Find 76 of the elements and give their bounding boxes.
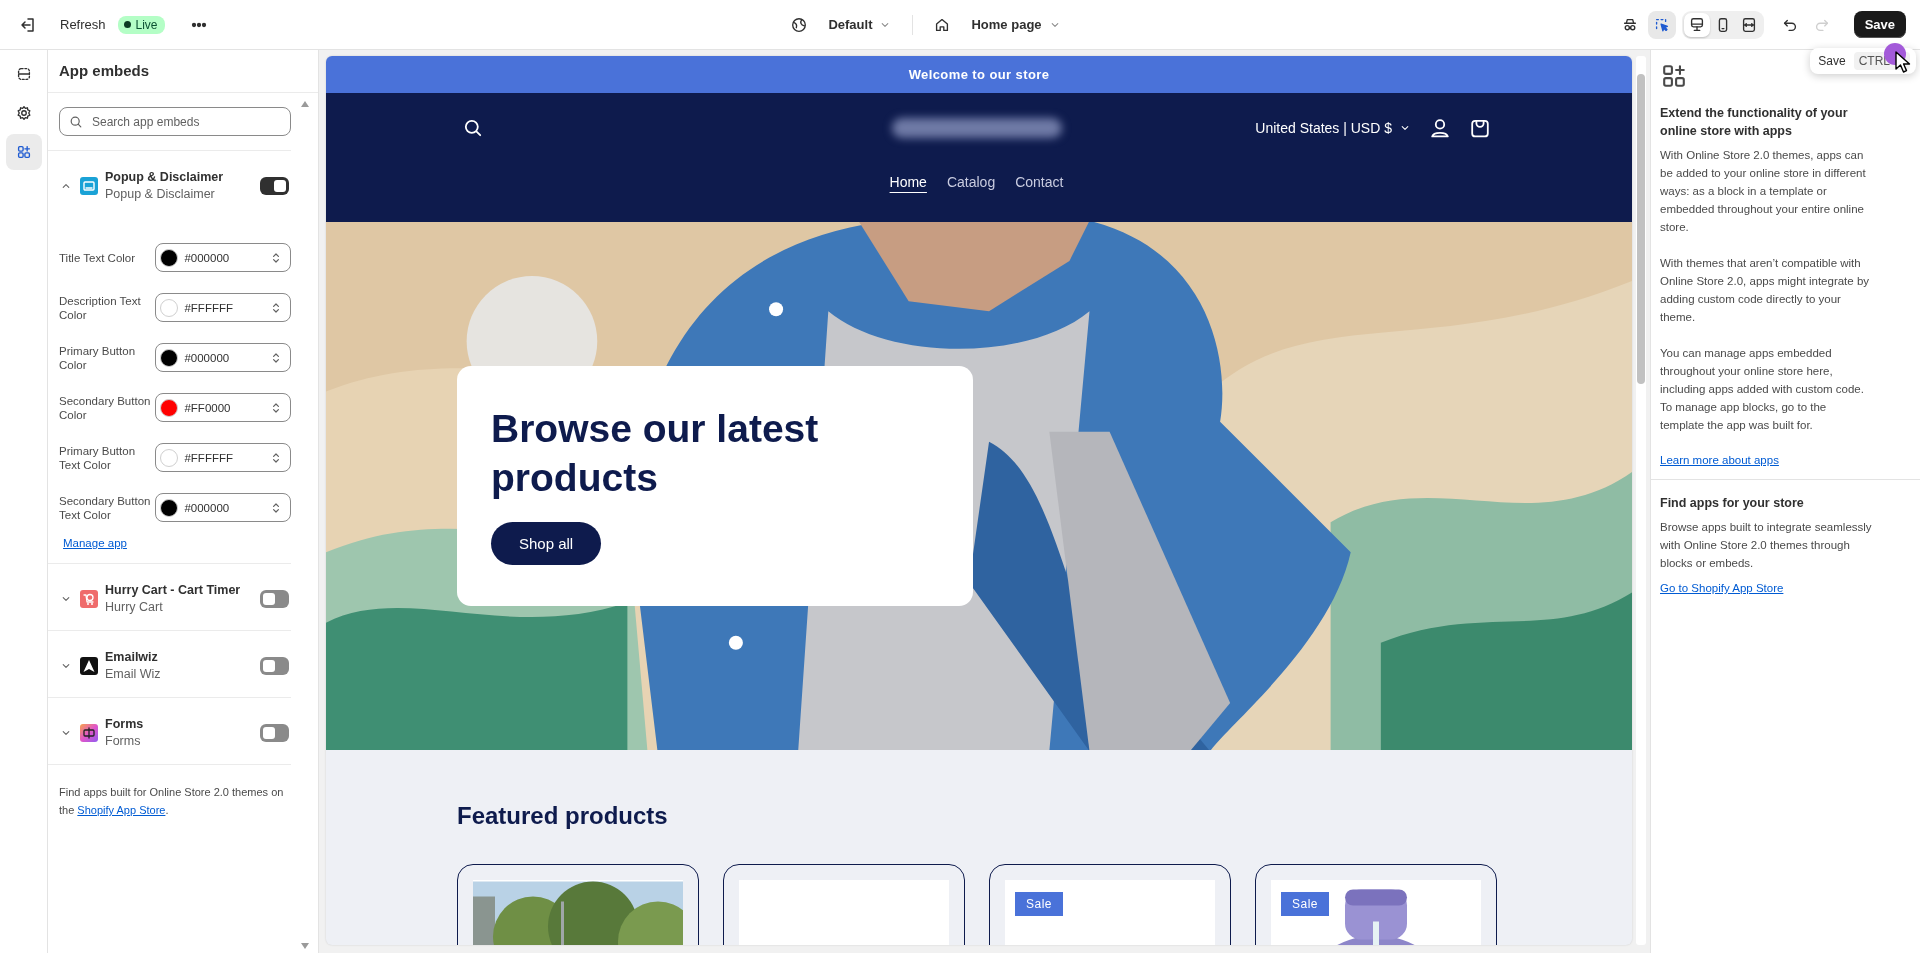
color-field[interactable]: #000000	[155, 493, 291, 522]
color-field[interactable]: #FFFFFF	[155, 443, 291, 472]
app-name: Forms	[105, 717, 145, 731]
setting-label: Description Text Color	[59, 293, 142, 322]
color-swatch[interactable]	[160, 348, 179, 367]
globe-icon	[790, 15, 809, 34]
tooltip-label: Save	[1818, 54, 1846, 68]
toggle-switch[interactable]	[260, 723, 289, 742]
apps-icon	[1660, 62, 1688, 90]
info-heading: Extend the functionality of your online store with apps	[1660, 105, 1849, 140]
app-subtitle: Email Wiz	[105, 667, 162, 681]
live-status-badge: Live	[117, 15, 165, 34]
page-dropdown[interactable]: Home page	[927, 11, 1068, 38]
app-logo-icon	[80, 176, 98, 195]
gear-icon	[14, 104, 33, 122]
setting-label: Primary Button Text Color	[59, 443, 137, 472]
footer-text: Find apps built for Online Store 2.0 themes on the Shopify App Store.	[58, 785, 285, 818]
locale-selector[interactable]: United States | USD $	[1255, 120, 1412, 136]
section-title: Featured products	[457, 802, 669, 830]
nav-link[interactable]: Contact	[1015, 172, 1064, 192]
color-swatch[interactable]	[160, 248, 179, 267]
color-swatch[interactable]	[160, 498, 179, 517]
refresh-button[interactable]: Refresh	[58, 13, 108, 36]
app-logo-icon	[80, 723, 98, 742]
app-name: Emailwiz	[105, 650, 159, 664]
toggle-switch[interactable]	[260, 176, 289, 195]
save-button[interactable]: Save	[1853, 11, 1906, 38]
info-paragraph: Browse apps built to integrate seamlessly with Online Store 2.0 themes through blocks or embeds.	[1660, 520, 1872, 571]
color-field[interactable]: #FF0000	[155, 393, 291, 422]
color-swatch[interactable]	[160, 398, 179, 417]
search-field[interactable]: Search app embeds	[59, 107, 291, 136]
toggle-switch[interactable]	[260, 656, 289, 675]
color-swatch[interactable]	[160, 298, 179, 317]
learn-more-link[interactable]: Learn more about apps	[1660, 454, 1779, 466]
shop-all-button[interactable]: Shop all	[491, 522, 602, 565]
setting-label: Title Text Color	[59, 250, 137, 265]
view-mode-button[interactable]	[1683, 12, 1710, 37]
toggle-switch[interactable]	[260, 589, 289, 608]
setting-label: Primary Button Color	[59, 343, 137, 372]
color-swatch[interactable]	[160, 448, 179, 467]
manage-app-link[interactable]: Manage app	[63, 537, 127, 549]
hero-heading: Browse our latest products	[491, 406, 820, 501]
info-paragraph: With Online Store 2.0 themes, apps can be added to your online store in different ways: as a block in a template or embedded throughout your entire online store.	[1660, 148, 1867, 235]
account-icon[interactable]	[1428, 116, 1452, 140]
announcement-bar: Welcome to our store	[326, 56, 1632, 93]
app-name: Popup & Disclaimer	[105, 170, 225, 184]
app-store-link[interactable]: Go to Shopify App Store	[1660, 582, 1784, 594]
product-card[interactable]: Sale	[989, 864, 1231, 945]
color-field[interactable]: #000000	[155, 243, 291, 272]
scroll-down-arrow-icon[interactable]	[300, 943, 309, 949]
nav-link[interactable]: Catalog	[946, 172, 996, 192]
sale-badge: Sale	[1281, 892, 1330, 916]
info-paragraph: With themes that aren’t compatible with Online Store 2.0, apps might integrate by adding custom code directly to your theme.	[1660, 256, 1871, 325]
setting-label: Secondary Button Color	[59, 393, 152, 422]
theme-dropdown[interactable]: Default	[784, 11, 899, 38]
setting-label: Secondary Button Text Color	[59, 493, 152, 522]
app-logo-icon	[80, 589, 98, 608]
nav-link[interactable]: Home	[889, 172, 927, 192]
product-card[interactable]: Sale	[1255, 864, 1497, 945]
view-mode-switcher[interactable]	[1681, 10, 1764, 39]
panel-title: App embeds	[48, 50, 318, 93]
scroll-up-arrow-icon[interactable]	[300, 101, 309, 107]
app-subtitle: Hurry Cart	[105, 600, 164, 614]
blurred-logo[interactable]	[891, 118, 1062, 138]
color-field[interactable]: #FFFFFF	[155, 293, 291, 322]
inspector-button[interactable]	[1647, 10, 1676, 39]
preview-scrollbar[interactable]	[1636, 56, 1646, 945]
app-subtitle: Forms	[105, 734, 142, 748]
info-paragraph: You can manage apps embedded throughout your online store here, including apps added with custom code. To manage app blocks, go to the template the app was built for.	[1660, 346, 1865, 433]
app-name: Hurry Cart - Cart Timer	[105, 583, 242, 597]
color-field[interactable]: #000000	[155, 343, 291, 372]
sale-badge: Sale	[1015, 892, 1064, 916]
app-logo-icon	[80, 656, 98, 675]
app-subtitle: Popup & Disclaimer	[105, 187, 216, 201]
search-icon	[68, 114, 84, 130]
info-heading: Find apps for your store	[1660, 495, 1805, 512]
